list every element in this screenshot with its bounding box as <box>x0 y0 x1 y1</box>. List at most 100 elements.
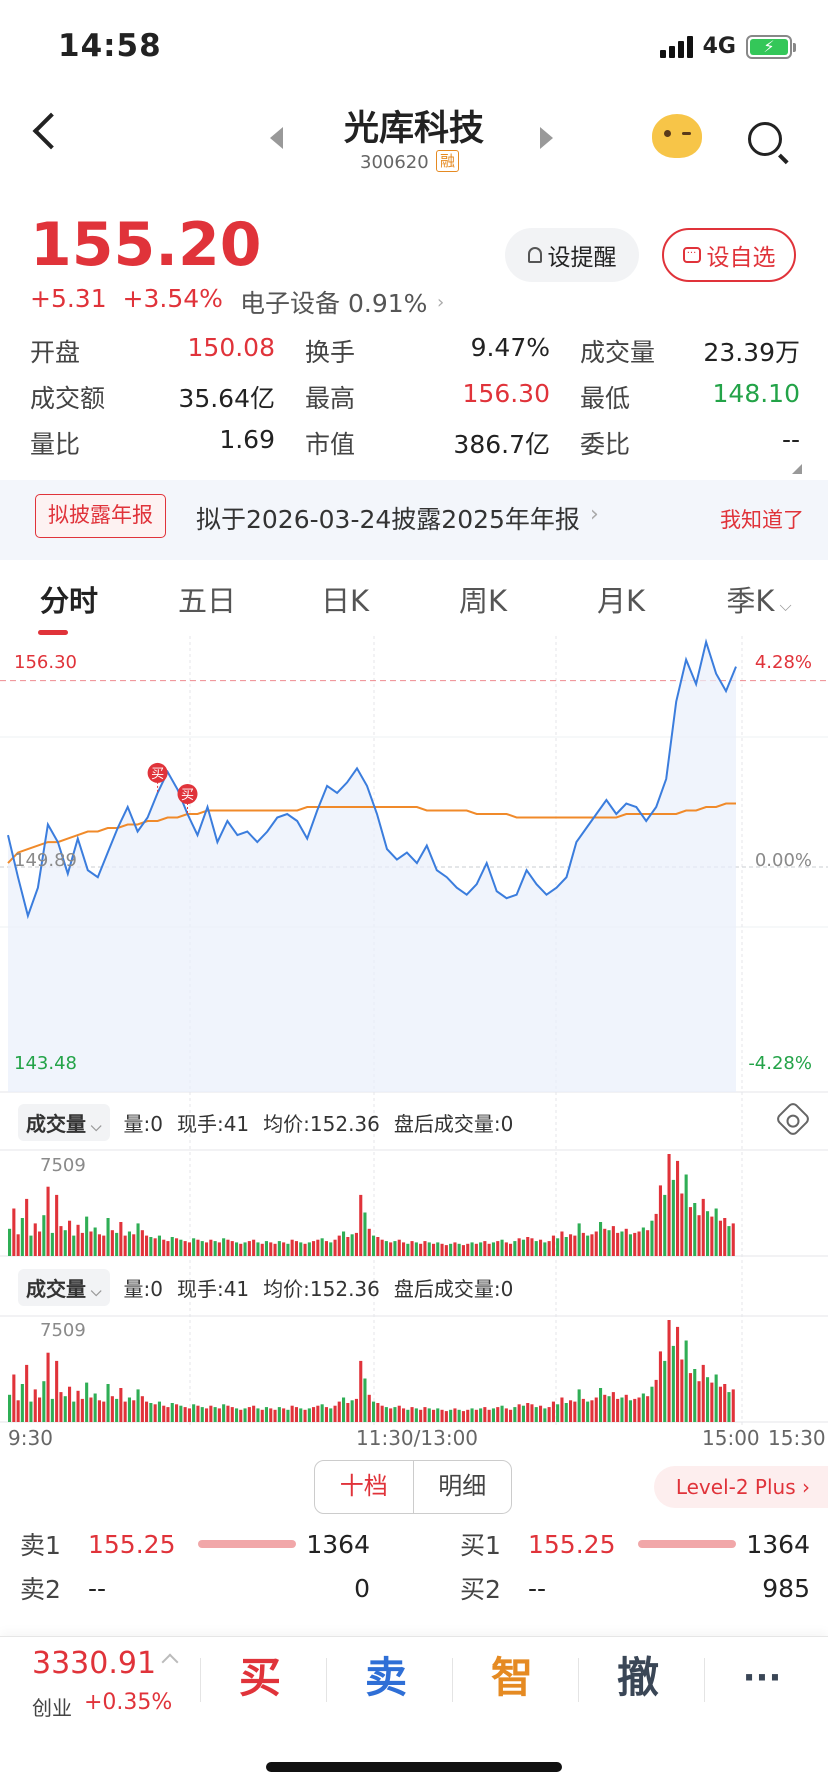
notice-dismiss-button[interactable]: 我知道了 <box>720 504 804 534</box>
level-volume: 1364 <box>306 1529 370 1559</box>
volume-bar <box>346 1237 350 1256</box>
indicator-select-label: 成交量 <box>26 1111 86 1136</box>
buy-marker-label: 买 <box>181 788 194 803</box>
volume-bar <box>436 1408 440 1422</box>
volume-value: 量:0 <box>123 1111 163 1136</box>
volume-bar <box>307 1408 311 1422</box>
volume-bar <box>603 1228 607 1256</box>
mascot-icon[interactable] <box>652 114 702 158</box>
volume-bar <box>89 1397 93 1422</box>
volume-bar <box>38 1397 42 1422</box>
volume-bar <box>706 1211 710 1256</box>
volume-bar <box>543 1408 547 1422</box>
volume-bar <box>723 1218 727 1256</box>
volume-bar <box>607 1230 611 1256</box>
volume-bar <box>316 1405 320 1422</box>
stat-value: 9.47% <box>470 333 550 362</box>
indicator-select[interactable]: 成交量 ⌵ <box>18 1268 110 1306</box>
next-stock-icon[interactable] <box>540 127 553 149</box>
volume-bar <box>115 1232 119 1256</box>
volume-bar <box>205 1242 209 1256</box>
cancel-order-button[interactable]: 撤 <box>588 1648 688 1708</box>
volume-bar <box>701 1364 705 1422</box>
volume-bar <box>560 1231 564 1256</box>
level2-plus-button[interactable]: Level-2 Plus › <box>653 1466 828 1508</box>
volume-bar <box>170 1403 174 1422</box>
tab-quarterly-k[interactable]: 季K ⌵ <box>690 575 828 635</box>
price-change: +5.31 +3.54% <box>30 284 223 313</box>
pct-zero-label: 0.00% <box>755 850 812 871</box>
chevron-right-icon: › <box>437 292 445 313</box>
pct-low-label: -4.28% <box>748 1053 812 1074</box>
volume-bar <box>457 1243 461 1256</box>
buy-button[interactable]: 买 <box>210 1648 310 1708</box>
ask-row[interactable]: 卖2 -- 0 <box>20 1570 370 1606</box>
volume-bar <box>466 1409 470 1422</box>
stat-value: 1.69 <box>219 425 275 454</box>
index-value[interactable]: 3330.91 <box>32 1646 156 1681</box>
tab-weekly-k[interactable]: 周K <box>414 575 552 635</box>
sell-button[interactable]: 卖 <box>336 1648 436 1708</box>
volume-bar <box>217 1408 221 1422</box>
tab-trade-detail[interactable]: 明细 <box>414 1461 512 1513</box>
tab-monthly-k[interactable]: 月K <box>552 575 690 635</box>
volume-bar <box>8 1394 12 1422</box>
add-watchlist-button[interactable]: ··· 设自选 <box>662 228 796 282</box>
more-button[interactable]: ··· <box>712 1648 812 1708</box>
expand-corner-icon[interactable] <box>792 464 802 474</box>
tab-intraday[interactable]: 分时 <box>0 575 138 635</box>
stock-name: 光库科技 <box>343 109 484 149</box>
divider <box>452 1658 453 1702</box>
volume-bar <box>247 1241 251 1256</box>
level-label: 买1 <box>460 1531 501 1560</box>
volume-bar <box>680 1193 684 1256</box>
volume-bar <box>247 1407 251 1422</box>
bid-row[interactable]: 买2 -- 985 <box>460 1570 810 1606</box>
volume-bar <box>153 1404 157 1422</box>
tab-daily-k[interactable]: 日K <box>276 575 414 635</box>
volume-bar <box>470 1408 474 1422</box>
volume-bar <box>183 1241 187 1256</box>
level-label: 卖2 <box>20 1575 61 1604</box>
volume-bar <box>599 1222 603 1256</box>
volume-bar <box>363 1378 367 1422</box>
volume-bar <box>432 1409 436 1422</box>
volume-bar <box>539 1405 543 1422</box>
volume-bar <box>419 1409 423 1422</box>
signal-icon <box>659 35 693 58</box>
volume-max-label: 7509 <box>40 1155 86 1176</box>
volume-bar <box>641 1227 645 1256</box>
volume-bar <box>551 1235 555 1256</box>
notice-text[interactable]: 拟于2026-03-24披露2025年年报 <box>196 500 580 536</box>
search-icon[interactable] <box>748 122 782 156</box>
smart-trade-button[interactable]: 智 <box>462 1648 562 1708</box>
sector-name: 电子设备 <box>240 289 341 318</box>
volume-bar <box>256 1408 260 1422</box>
volume-bar <box>680 1359 684 1422</box>
tab-ten-levels[interactable]: 十档 <box>315 1461 414 1513</box>
volume-bar <box>192 1238 196 1256</box>
volume-bar <box>307 1242 311 1256</box>
indicator-select[interactable]: 成交量 ⌵ <box>18 1103 110 1141</box>
volume-bar <box>688 1207 692 1256</box>
volume-bar <box>72 1401 76 1422</box>
volume-max-label: 7509 <box>40 1320 86 1341</box>
volume-bar <box>273 1243 277 1256</box>
volume-bar <box>551 1401 555 1422</box>
volume-bar <box>564 1237 568 1256</box>
volume-bar <box>611 1392 615 1422</box>
volume-bar <box>710 1216 714 1256</box>
volume-bar <box>547 1407 551 1422</box>
volume-bar <box>534 1241 538 1256</box>
depth-bar <box>638 1540 736 1548</box>
volume-bar <box>620 1397 624 1422</box>
sector-info[interactable]: 电子设备 0.91% <box>240 284 427 320</box>
intraday-chart[interactable]: 买买 156.30 149.89 143.48 4.28% 0.00% -4.2… <box>0 636 828 1426</box>
set-alert-button[interactable]: 设提醒 <box>505 228 639 282</box>
bid-row[interactable]: 买1 155.25 1364 <box>460 1526 810 1562</box>
volume-bar <box>153 1238 157 1256</box>
volume-bar <box>521 1239 525 1256</box>
volume-bar <box>80 1398 84 1422</box>
tab-five-day[interactable]: 五日 <box>138 575 276 635</box>
ask-row[interactable]: 卖1 155.25 1364 <box>20 1526 370 1562</box>
